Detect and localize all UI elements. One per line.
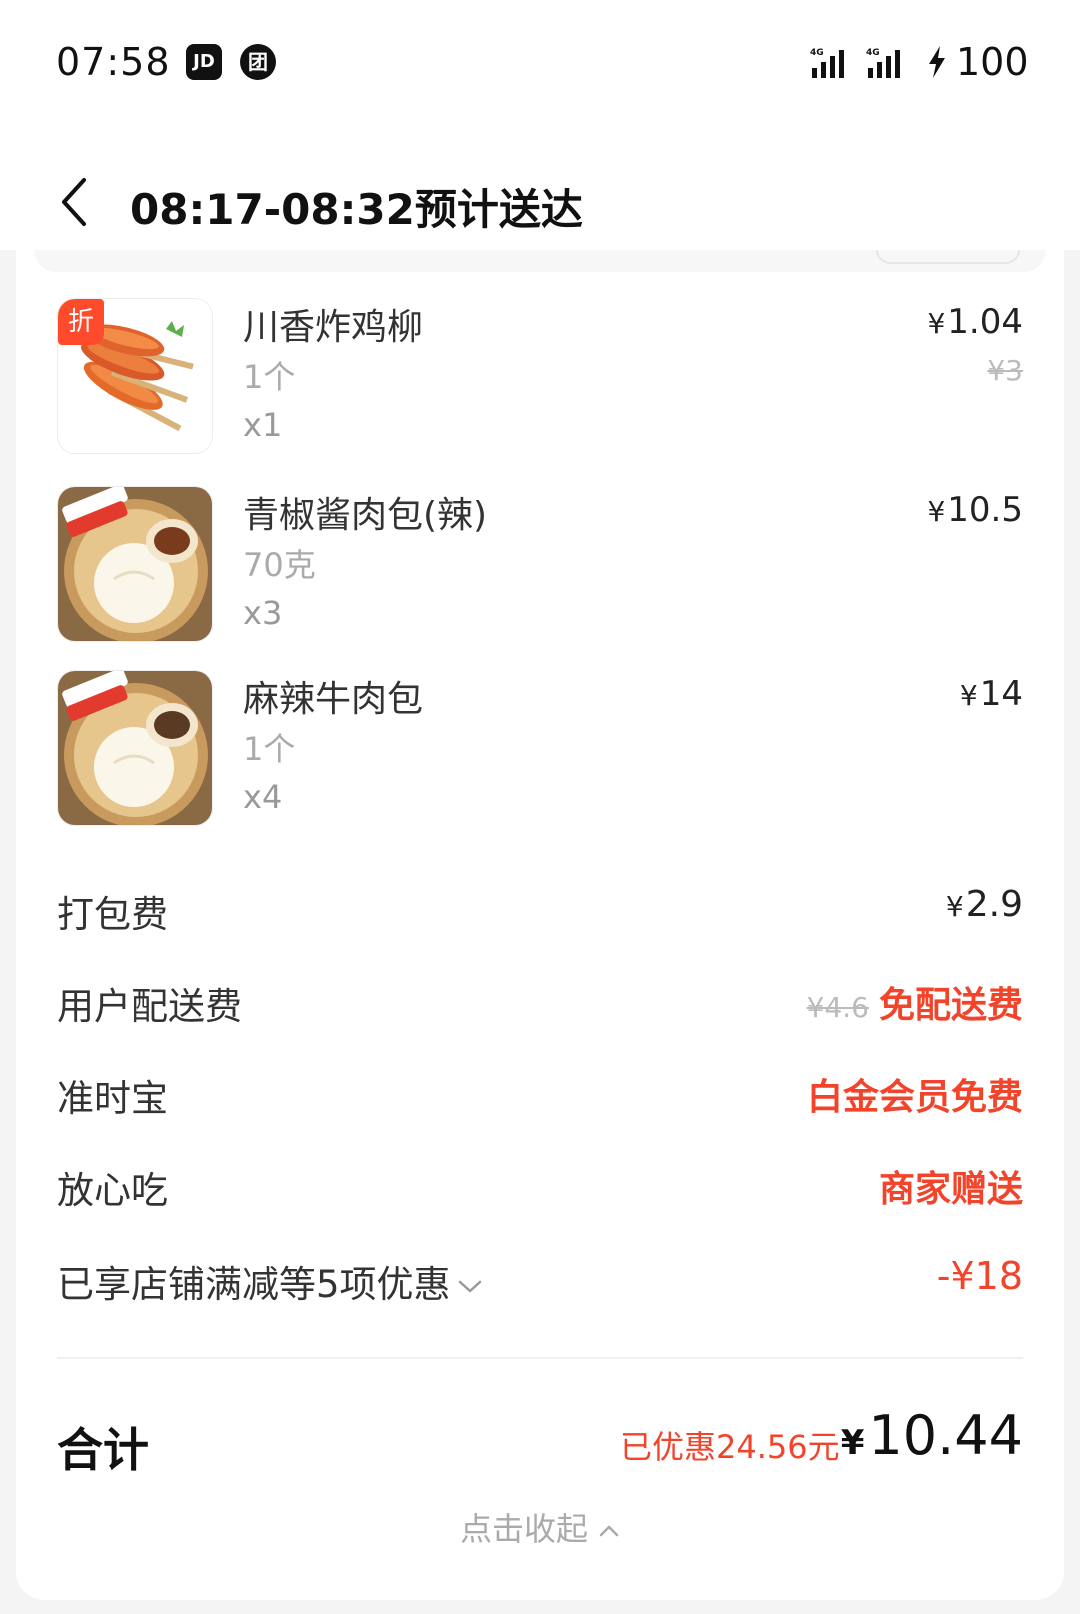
product-price: ¥10.5 <box>927 490 1023 530</box>
battery-level: 100 <box>956 40 1029 84</box>
product-name: 麻辣牛肉包 <box>243 679 424 720</box>
chevron-down-icon[interactable] <box>457 1279 483 1295</box>
steamed-bun-image <box>58 487 212 641</box>
tuan-app-icon: 团 <box>240 44 276 80</box>
product-price: ¥1.04 <box>927 302 1023 342</box>
divider <box>57 1357 1023 1359</box>
product-item[interactable]: 折 川香炸鸡柳 1个 x1 ¥1.04 ¥3 <box>57 298 1023 458</box>
product-quantity: x4 <box>243 778 283 816</box>
ontime-guarantee-label: 准时宝 <box>57 1077 168 1120</box>
safe-eat-label: 放心吃 <box>57 1169 168 1212</box>
signal-4g-icon: 4G <box>866 48 900 78</box>
product-price: ¥14 <box>959 674 1023 714</box>
page-header: 08:17-08:32预计送达 <box>0 130 1080 250</box>
signal-4g-icon: 4G <box>810 48 844 78</box>
collapse-label[interactable]: 点击收起 <box>460 1510 588 1548</box>
steamed-bun-image <box>58 671 212 825</box>
chevron-up-icon[interactable] <box>598 1524 620 1538</box>
total-label: 合计 <box>57 1423 149 1477</box>
product-spec: 1个 <box>243 730 296 768</box>
chevron-left-icon[interactable] <box>56 174 92 230</box>
delivery-fee-row: 用户配送费 ¥4.6 免配送费 <box>57 972 1023 1032</box>
product-item[interactable]: 麻辣牛肉包 1个 x4 ¥14 <box>57 670 1023 830</box>
product-thumbnail: 折 <box>57 298 213 454</box>
product-spec: 1个 <box>243 358 296 396</box>
status-time: 07:58 <box>56 40 171 84</box>
product-thumbnail <box>57 486 213 642</box>
product-name: 川香炸鸡柳 <box>243 307 424 348</box>
product-item[interactable]: 青椒酱肉包(辣) 70克 x3 ¥10.5 <box>57 486 1023 646</box>
safe-eat-row: 放心吃 商家赠送 <box>57 1156 1023 1216</box>
product-quantity: x1 <box>243 406 283 444</box>
packaging-fee-value: ¥2.9 <box>945 884 1023 925</box>
ontime-guarantee-value: 白金会员免费 <box>806 1077 1023 1118</box>
total-amount: ¥10.44 <box>840 1404 1023 1467</box>
packaging-fee-label: 打包费 <box>57 893 168 936</box>
safe-eat-value: 商家赠送 <box>878 1169 1023 1210</box>
ontime-guarantee-row: 准时宝 白金会员免费 <box>57 1064 1023 1124</box>
delivery-fee-value: ¥4.6 免配送费 <box>806 985 1023 1026</box>
product-quantity: x3 <box>243 594 283 632</box>
product-original-price: ¥3 <box>987 354 1023 387</box>
product-name: 青椒酱肉包(辣) <box>243 495 488 536</box>
collapse-button[interactable]: 点击收起 <box>0 1504 1080 1550</box>
discount-tag: 折 <box>58 299 104 345</box>
discounts-label[interactable]: 已享店铺满减等5项优惠 <box>57 1254 483 1308</box>
jd-app-icon: JD <box>186 44 222 80</box>
status-bar: 07:58 JD 团 4G 4G 100 <box>0 0 1080 130</box>
page-title: 08:17-08:32预计送达 <box>130 185 583 234</box>
product-spec: 70克 <box>243 546 316 584</box>
packaging-fee-row: 打包费 ¥2.9 <box>57 880 1023 940</box>
discounts-value: -¥18 <box>936 1254 1023 1298</box>
svg-text:4G: 4G <box>810 48 824 58</box>
saved-amount: 已优惠24.56元 <box>620 1428 840 1466</box>
product-thumbnail <box>57 670 213 826</box>
svg-text:4G: 4G <box>866 48 880 58</box>
charging-bolt-icon <box>929 46 945 78</box>
partial-pill-button[interactable] <box>876 250 1020 264</box>
delivery-fee-label: 用户配送费 <box>57 985 242 1028</box>
delivery-fee-original: ¥4.6 <box>806 991 869 1024</box>
discounts-row[interactable]: 已享店铺满减等5项优惠 -¥18 <box>57 1250 1023 1310</box>
